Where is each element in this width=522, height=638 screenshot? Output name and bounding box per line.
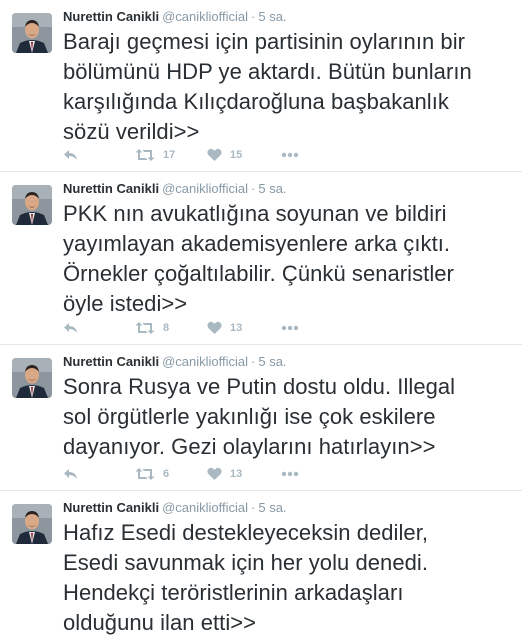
author-name[interactable]: Nurettin Canikli: [63, 354, 159, 369]
tweet[interactable]: Nurettin Canikli @canikliofficial · 5 sa. P…: [0, 172, 522, 345]
retweet-icon: [135, 322, 155, 334]
retweet-button[interactable]: 8: [135, 318, 169, 338]
author-name[interactable]: Nurettin Canikli: [63, 181, 159, 196]
separator-dot: ·: [251, 500, 256, 515]
more-dots-icon: [281, 325, 299, 331]
avatar-photo: [12, 504, 52, 544]
tweet-text: Hafız Esedi destekleyeceksin dediler, Es…: [63, 518, 518, 638]
tweet-text-line: bölümünü HDP ye aktardı. Bütün bunların: [63, 59, 472, 84]
retweet-count: 6: [163, 468, 170, 480]
author-name[interactable]: Nurettin Canikli: [63, 9, 159, 24]
timestamp[interactable]: 5 sa.: [258, 500, 286, 515]
heart-icon: [207, 467, 222, 480]
more-button[interactable]: [281, 145, 299, 165]
tweet-header: Nurettin Canikli @canikliofficial · 5 sa.: [63, 180, 287, 198]
tweet-text: PKK nın avukatlığına soyunan ve bildiri …: [63, 199, 518, 319]
tweet-header: Nurettin Canikli @canikliofficial · 5 sa.: [63, 499, 287, 517]
tweet-actions: 6 13: [63, 464, 343, 484]
tweet-text: Barajı geçmesi için partisinin oylarının…: [63, 27, 518, 147]
retweet-button[interactable]: 17: [135, 145, 175, 165]
retweet-button[interactable]: 6: [135, 464, 169, 484]
author-handle[interactable]: @canikliofficial: [162, 9, 248, 24]
avatar-photo: [12, 358, 52, 398]
separator-dot: ·: [251, 9, 256, 24]
tweet-text-line: dayanıyor. Gezi olaylarını hatırlayın>>: [63, 434, 436, 459]
tweet-text-line: Hendekçi teröristlerinin arkadaşları: [63, 580, 404, 605]
tweet-text-line: sol örgütlerle yakınlığı ise çok eskiler…: [63, 404, 436, 429]
avatar[interactable]: [12, 185, 52, 225]
author-handle[interactable]: @canikliofficial: [162, 181, 248, 196]
tweet-text-line: Esedi savunmak için her yolu denedi.: [63, 550, 429, 575]
tweet-text-line: sözü verildi>>: [63, 119, 200, 144]
tweet[interactable]: Nurettin Canikli @canikliofficial · 5 sa. B…: [0, 0, 522, 172]
tweet-actions: 8 13: [63, 318, 343, 338]
tweet-text-line: PKK nın avukatlığına soyunan ve bildiri: [63, 201, 447, 226]
reply-button[interactable]: [63, 318, 79, 338]
more-button[interactable]: [281, 464, 299, 484]
tweet[interactable]: Nurettin Canikli @canikliofficial · 5 sa. H…: [0, 491, 522, 635]
like-button[interactable]: 13: [207, 464, 242, 484]
tweet-actions: 17 15: [63, 145, 343, 165]
separator-dot: ·: [251, 354, 256, 369]
tweet-text-line: Barajı geçmesi için partisinin oylarının…: [63, 29, 466, 54]
reply-icon: [64, 150, 77, 160]
like-button[interactable]: 15: [207, 145, 242, 165]
timestamp[interactable]: 5 sa.: [258, 9, 286, 24]
timestamp[interactable]: 5 sa.: [258, 181, 286, 196]
tweet-text-line: Hafız Esedi destekleyeceksin dediler,: [63, 520, 429, 545]
like-count: 13: [230, 468, 243, 480]
like-count: 15: [230, 149, 243, 161]
retweet-icon: [135, 468, 155, 480]
retweet-count: 17: [163, 149, 176, 161]
avatar[interactable]: [12, 13, 52, 53]
timeline: Nurettin Canikli @canikliofficial · 5 sa. B…: [0, 0, 522, 635]
timestamp[interactable]: 5 sa.: [258, 354, 286, 369]
reply-button[interactable]: [63, 464, 79, 484]
tweet-text-line: karşılığında Kılıçdaroğluna başbakanlık: [63, 89, 449, 114]
reply-button[interactable]: [63, 145, 79, 165]
reply-icon: [64, 323, 77, 333]
tweet-text-line: Örnekler çoğaltılabilir. Çünkü senaristl…: [63, 261, 454, 286]
heart-icon: [207, 148, 222, 161]
like-count: 13: [230, 322, 243, 334]
tweet-text-line: Sonra Rusya ve Putin dostu oldu. Illegal: [63, 374, 456, 399]
tweet-text-line: olduğunu ilan etti>>: [63, 610, 257, 635]
more-dots-icon: [281, 471, 299, 477]
reply-icon: [64, 469, 77, 479]
avatar[interactable]: [12, 504, 52, 544]
tweet[interactable]: Nurettin Canikli @canikliofficial · 5 sa. S…: [0, 345, 522, 491]
avatar-photo: [12, 13, 52, 53]
more-dots-icon: [281, 152, 299, 158]
avatar-photo: [12, 185, 52, 225]
like-button[interactable]: 13: [207, 318, 242, 338]
tweet-text-line: yayımlayan akademisyenlere arka çıktı.: [63, 231, 451, 256]
avatar[interactable]: [12, 358, 52, 398]
more-button[interactable]: [281, 318, 299, 338]
tweet-header: Nurettin Canikli @canikliofficial · 5 sa.: [63, 8, 287, 26]
author-handle[interactable]: @canikliofficial: [162, 354, 248, 369]
retweet-icon: [135, 149, 155, 161]
tweet-text: Sonra Rusya ve Putin dostu oldu. Illegal…: [63, 372, 518, 462]
heart-icon: [207, 321, 222, 334]
tweet-text-line: öyle istedi>>: [63, 291, 188, 316]
tweet-header: Nurettin Canikli @canikliofficial · 5 sa.: [63, 353, 287, 371]
author-handle[interactable]: @canikliofficial: [162, 500, 248, 515]
retweet-count: 8: [163, 322, 170, 334]
separator-dot: ·: [251, 181, 256, 196]
author-name[interactable]: Nurettin Canikli: [63, 500, 159, 515]
